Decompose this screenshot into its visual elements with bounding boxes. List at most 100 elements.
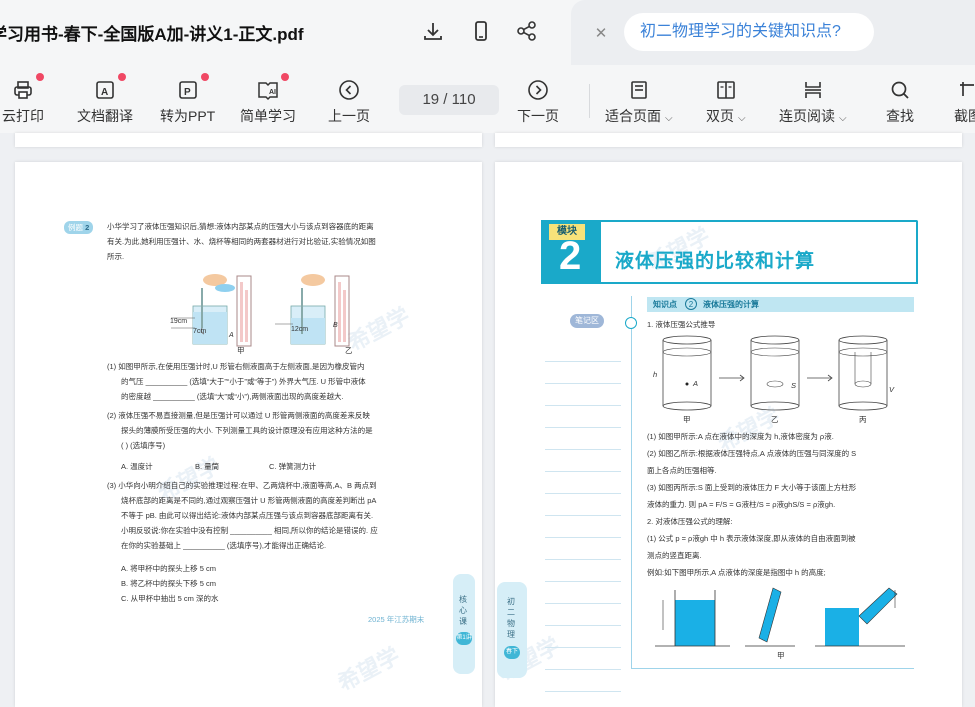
- chevron-down-icon: ⌵: [665, 113, 673, 124]
- question-line: 的密度越 __________ (选填“大”或“小”),两侧液面出现的高度差越大…: [121, 392, 344, 401]
- intro-line: 所示.: [107, 252, 125, 261]
- option: B. 将乙杯中的探头下移 5 cm: [121, 579, 217, 588]
- scissors-icon: [956, 78, 975, 102]
- body-line: 例如:如下图甲所示,A 点液体的深度是指图中 h 的高度;: [647, 568, 826, 577]
- body-line: (1) 公式 p = ρ液gh 中 h 表示液体深度,即从液体的自由液面到被: [647, 534, 856, 543]
- side-tab-label: 课: [459, 617, 467, 626]
- side-tab-core-lesson: 核 心 课 第1讲: [453, 574, 475, 674]
- question-3: (3) 小华向小明介绍自己的实验推理过程:在甲、乙两烧杯中,液面等高,A、B 两…: [107, 478, 378, 553]
- find-button[interactable]: 查找: [886, 78, 914, 126]
- option: C. 弹簧测力计: [269, 462, 317, 471]
- toolbar-divider: [589, 84, 590, 118]
- fig1-caption-bing: 丙: [859, 415, 867, 424]
- translate-label: 文档翻译: [77, 108, 133, 124]
- kp-marker: [625, 317, 637, 329]
- close-icon[interactable]: ✕: [590, 22, 612, 44]
- knowledge-point-header: 知识点 2 液体压强的计算: [647, 297, 914, 312]
- download-icon[interactable]: [420, 18, 446, 44]
- example-number: 2: [85, 223, 90, 232]
- side-tab-badge: 第1讲: [456, 632, 472, 645]
- book-ai-icon: AI: [256, 73, 289, 102]
- example-tag-label: 例题: [68, 223, 83, 232]
- body-line: (1) 如图甲所示:A 点在液体中的深度为 h,液体密度为 ρ液.: [647, 432, 834, 441]
- body-line: (3) 如图丙所示:S 面上受到的液体压力 F 大小等于该面上方柱形: [647, 483, 857, 492]
- to-ppt-button[interactable]: P 转为PPT: [160, 73, 215, 126]
- next-page-label: 下一页: [517, 108, 559, 124]
- notes-label: 笔记区: [570, 314, 604, 328]
- page-number-input[interactable]: 19 / 110: [399, 85, 499, 115]
- body-line: 面上各点的压强相等.: [647, 466, 717, 475]
- fig1-label-a: A: [693, 379, 699, 388]
- notification-dot: [200, 73, 209, 81]
- body-line: 液体的重力. 则 pA = F/S = G液柱/S = ρ液ghS/S = ρ液…: [647, 500, 836, 509]
- fig-label-7cm: 7cm: [193, 328, 207, 335]
- question-line: (1) 如图甲所示,在使用压强计时,U 形管右侧液面高于左侧液面,是因为橡皮管内: [107, 362, 365, 371]
- option: A. 将甲杯中的探头上移 5 cm: [121, 564, 217, 573]
- liquid-depth-figure: [655, 587, 905, 647]
- question-line: ( ) (选填序号): [121, 441, 166, 450]
- fit-page-dropdown[interactable]: 适合页面 ⌵: [605, 78, 673, 126]
- screenshot-button[interactable]: 截图: [954, 78, 975, 126]
- print-button[interactable]: 云打印: [2, 73, 44, 126]
- fig1-label-h: h: [653, 370, 658, 379]
- beaker-figure: [662, 335, 888, 411]
- svg-text:AI: AI: [269, 89, 276, 96]
- side-tab-label: 物: [507, 619, 515, 628]
- chevron-down-icon: ⌵: [839, 113, 847, 124]
- translate-button[interactable]: A 文档翻译: [77, 73, 133, 126]
- search-icon: [888, 78, 912, 102]
- continuous-reading-dropdown[interactable]: 连页阅读 ⌵: [779, 78, 847, 126]
- notification-dot: [118, 73, 126, 81]
- fit-page-icon: [627, 78, 651, 102]
- svg-text:P: P: [184, 87, 191, 98]
- question-line: 小明反驳说:你在实验中没有控制 __________ 相同,所以你的结论是错误的…: [121, 526, 378, 535]
- fig1-caption-yi: 乙: [771, 415, 779, 424]
- kp-label: 知识点: [653, 300, 677, 309]
- ppt-icon: P: [176, 73, 209, 102]
- previous-page-left: [15, 133, 482, 147]
- fig1-caption-jia: 甲: [683, 415, 691, 424]
- option: C. 从甲杯中抽出 5 cm 深的水: [121, 594, 219, 603]
- module-number: 2: [559, 234, 582, 278]
- document-title: 学习用书-春下-全国版A加-讲义1-正文.pdf: [0, 25, 304, 44]
- continuous-reading-label: 连页阅读: [779, 108, 835, 124]
- fig2-caption: 甲: [777, 651, 785, 660]
- module-header: 模块 2 液体压强的比较和计算: [541, 220, 918, 284]
- side-tab-grade: 初 二 物 理 春下: [497, 582, 527, 678]
- question-1: (1) 如图甲所示,在使用压强计时,U 形管右侧液面高于左侧液面,是因为橡皮管内…: [107, 359, 366, 404]
- chevron-left-icon: [337, 78, 361, 102]
- item-1-title: 1. 液体压强公式推导: [647, 320, 716, 329]
- side-tab-label: 初: [507, 597, 515, 606]
- question-line: 的气压 __________ (选填“大于”“小于”或“等于”) 外界大气压. …: [121, 377, 366, 386]
- option: A. 温度计: [121, 462, 153, 471]
- ai-suggested-question[interactable]: 初二物理学习的关键知识点?: [624, 13, 874, 51]
- side-tab-label: 心: [459, 606, 467, 615]
- question-line: (3) 小华向小明介绍自己的实验推理过程:在甲、乙两烧杯中,液面等高,A、B 两…: [107, 481, 377, 490]
- knowledge-body: (1) 如图甲所示:A 点在液体中的深度为 h,液体密度为 ρ液. (2) 如图…: [647, 428, 856, 581]
- fig-caption-yi: 乙: [345, 346, 353, 355]
- option: B. 量筒: [195, 462, 220, 471]
- double-page-dropdown[interactable]: 双页 ⌵: [706, 78, 746, 126]
- question-source: 2025 年江苏期末: [368, 615, 425, 624]
- fig-label-b: B: [333, 322, 338, 329]
- study-label: 简单学习: [240, 108, 296, 124]
- example-tag: 例题 2: [64, 221, 94, 234]
- side-tab-label: 理: [507, 630, 515, 639]
- intro-line: 有关.为此,她利用压强计、水、烧杯等相同的两套器材进行对比验证,实验情况如图: [107, 237, 376, 246]
- mobile-icon[interactable]: [468, 18, 494, 44]
- watermark: 希望学: [333, 642, 404, 696]
- fig-label-19cm: 19cm: [170, 318, 188, 325]
- pdf-page-left: 希望学 希望学 希望学 例题 2 小华学习了液体压强知识后,猜想:液体内部某点的…: [15, 162, 482, 707]
- kp-number: 2: [685, 298, 697, 310]
- printer-icon: [11, 73, 44, 102]
- print-label: 云打印: [2, 108, 44, 124]
- share-icon[interactable]: [514, 18, 540, 44]
- prev-page-button[interactable]: 上一页: [328, 78, 370, 126]
- fig-label-a: A: [229, 332, 234, 339]
- study-button[interactable]: AI 简单学习: [240, 73, 296, 126]
- fig1-label-s: S: [791, 381, 797, 390]
- question-3-options: A. 将甲杯中的探头上移 5 cm B. 将乙杯中的探头下移 5 cm C. 从…: [121, 561, 219, 606]
- question-line: 烧杯底部的距离是不同的,通过观察压强计 U 形管两侧液面的高度差判断出 pA: [121, 496, 377, 505]
- next-page-button[interactable]: 下一页: [517, 78, 559, 126]
- fig-caption-jia: 甲: [237, 346, 245, 355]
